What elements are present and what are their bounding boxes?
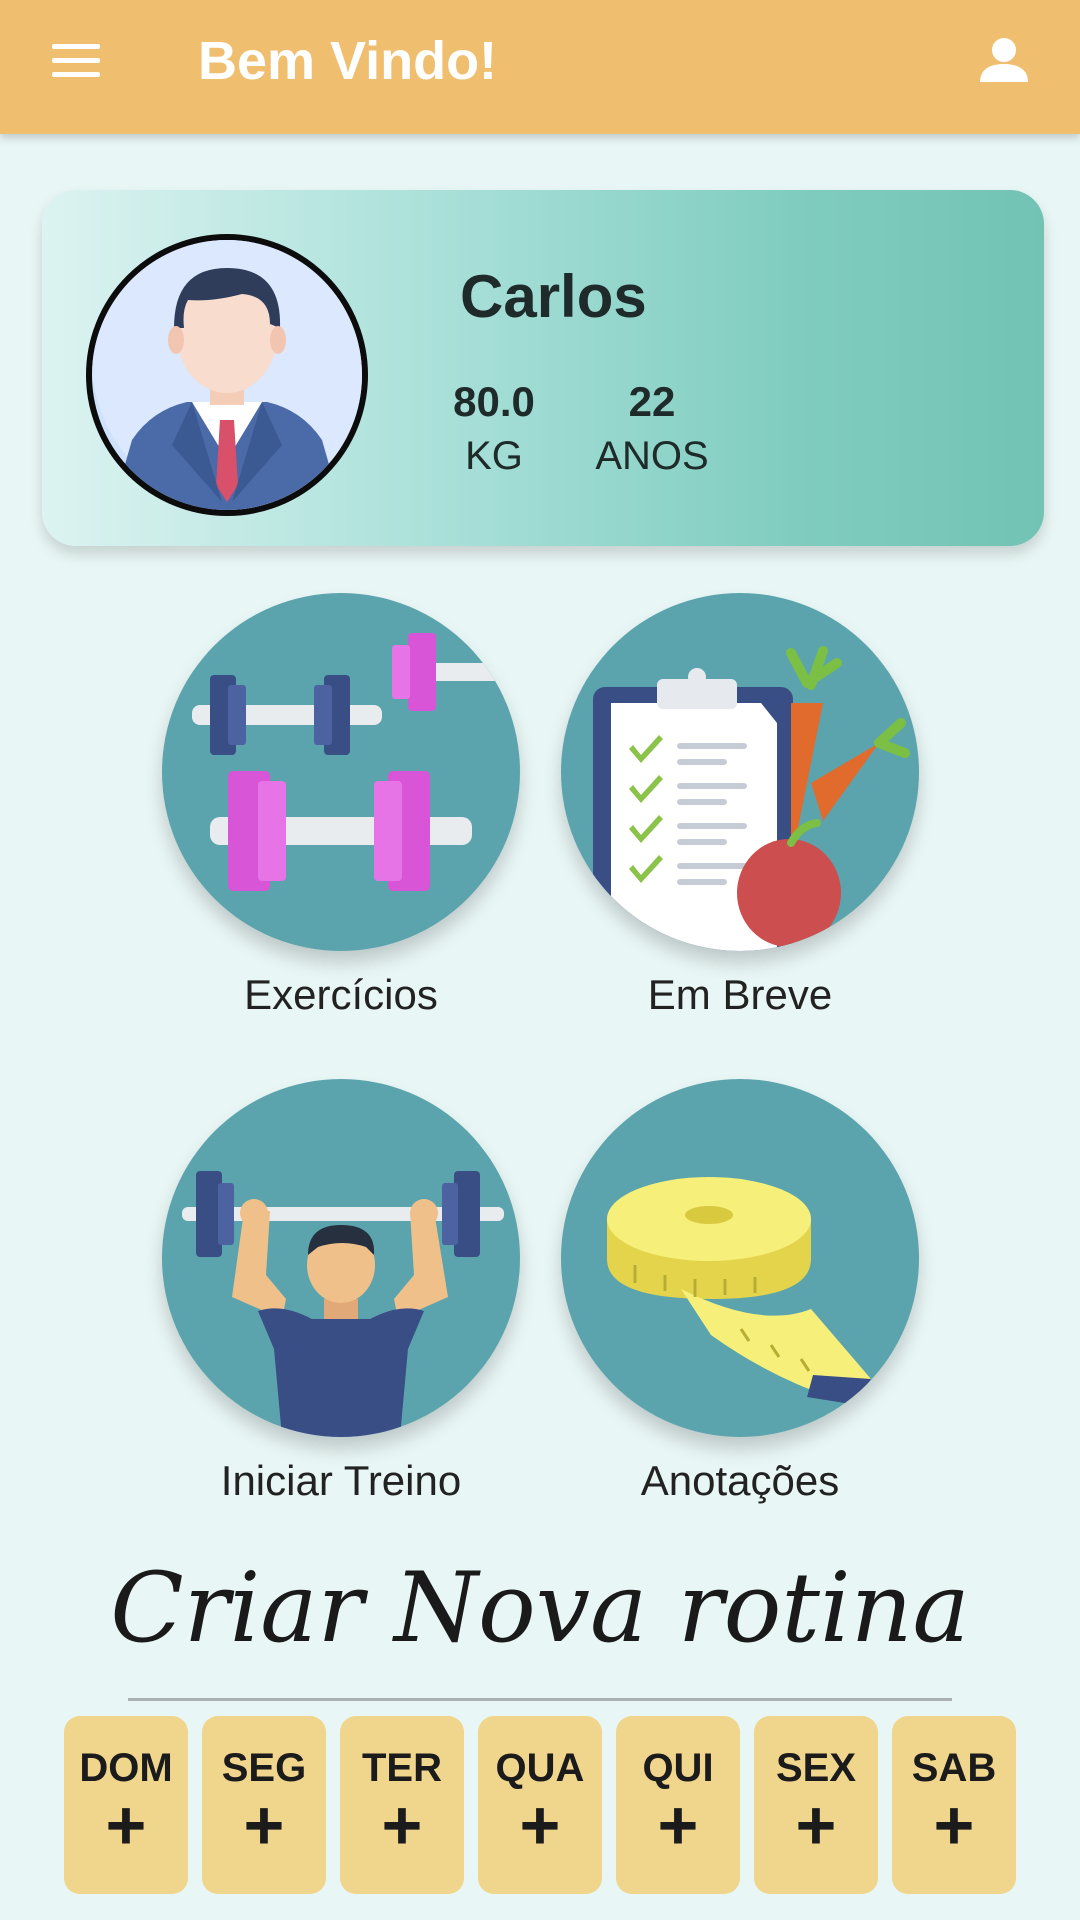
day-label: SAB [911,1746,997,1790]
weight-unit: KG [465,434,523,478]
measuring-tape-icon [561,1079,919,1437]
tile-label: Iniciar Treino [220,1457,462,1504]
weekday-buttons: DOM + SEG + TER + QUA + QUI + SEX + SAB … [64,1716,1024,1896]
plus-icon: + [933,1786,975,1864]
day-label: QUA [495,1746,585,1790]
clipboard-diet-icon [561,593,919,951]
age-unit: ANOS [595,434,709,478]
age-stat: 22 ANOS [582,376,722,484]
day-button-ter[interactable]: TER + [340,1716,464,1894]
day-button-qua[interactable]: QUA + [478,1716,602,1894]
routine-divider [128,1698,952,1701]
day-button-qui[interactable]: QUI + [616,1716,740,1894]
tile-exercicios[interactable]: Exercícios [141,593,541,1019]
card-divider [128,548,948,551]
plus-icon: + [795,1786,837,1864]
tile-label: Anotações [640,1457,840,1504]
plus-icon: + [243,1786,285,1864]
tile-iniciar-treino[interactable]: Iniciar Treino [141,1079,541,1505]
tile-anotacoes[interactable]: Anotações [540,1079,940,1505]
day-label: TER [362,1746,442,1790]
weight-value: 80.0 [453,378,535,425]
day-button-dom[interactable]: DOM + [64,1716,188,1894]
profile-card: Carlos 80.0 KG 22 ANOS [42,190,1044,546]
day-button-sex[interactable]: SEX + [754,1716,878,1894]
day-label: DOM [79,1746,173,1790]
plus-icon: + [519,1786,561,1864]
day-button-sab[interactable]: SAB + [892,1716,1016,1894]
plus-icon: + [657,1786,699,1864]
profile-name: Carlos [460,263,647,330]
weightlifter-icon [162,1079,520,1437]
tile-em-breve[interactable]: Em Breve [540,593,940,1019]
plus-icon: + [381,1786,423,1864]
account-icon[interactable] [974,30,1034,90]
tile-label: Em Breve [647,971,833,1018]
age-value: 22 [628,378,676,425]
day-label: SEX [775,1746,857,1790]
dumbbells-icon [162,593,520,951]
day-button-seg[interactable]: SEG + [202,1716,326,1894]
menu-icon[interactable] [48,36,108,96]
app-bar: Bem Vindo! [0,0,1080,134]
weight-stat: 80.0 KG [444,376,544,484]
tile-label: Exercícios [244,971,438,1018]
avatar [86,234,368,516]
day-label: SEG [221,1746,307,1790]
routine-title: Criar Nova rotina [110,1552,970,1664]
day-label: QUI [642,1746,714,1790]
plus-icon: + [105,1786,147,1864]
app-title: Bem Vindo! [198,31,498,91]
